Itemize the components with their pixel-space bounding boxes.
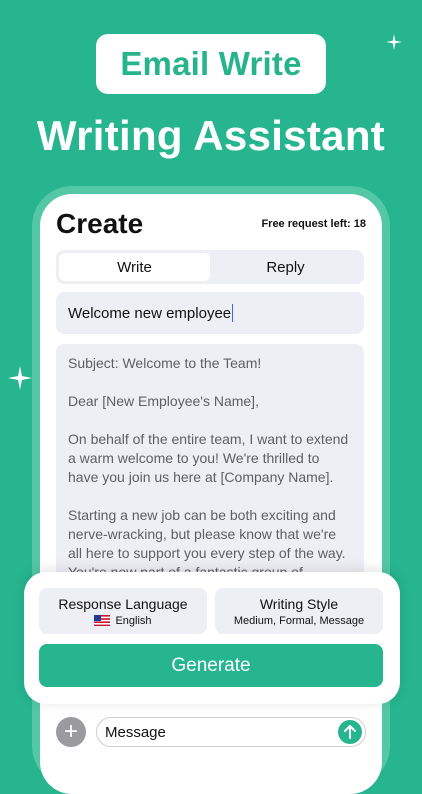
- message-input[interactable]: Message: [96, 717, 366, 747]
- brand-name: Email Write: [120, 45, 302, 82]
- email-paragraph: On behalf of the entire team, I want to …: [68, 431, 349, 485]
- free-request-count: 18: [353, 218, 366, 230]
- generate-button[interactable]: Generate: [39, 644, 383, 687]
- email-paragraph: Subject: Welcome to the Team!: [68, 355, 262, 371]
- headline: Writing Assistant: [36, 112, 386, 159]
- message-composer: + Message: [56, 714, 366, 750]
- sparkle-icon: [8, 366, 32, 390]
- free-request-counter: Free request left: 18: [261, 218, 366, 230]
- language-name: English: [115, 614, 152, 627]
- mode-segmented-control: Write Reply: [56, 250, 364, 284]
- response-language-button[interactable]: Response Language English: [39, 588, 207, 634]
- writing-style-title: Writing Style: [259, 595, 339, 612]
- email-paragraph: Starting a new job can be both exciting …: [68, 507, 346, 580]
- sparkle-icon: [386, 34, 402, 50]
- prompt-input-value: Welcome new employee: [68, 304, 232, 322]
- us-flag-icon: [94, 615, 111, 626]
- prompt-input[interactable]: Welcome new employee: [56, 292, 364, 334]
- writing-style-button[interactable]: Writing Style Medium, Formal, Message: [215, 588, 383, 634]
- header-row: Create Free request left: 18: [56, 208, 366, 240]
- message-placeholder: Message: [105, 723, 166, 741]
- page-title: Create: [56, 208, 144, 239]
- free-request-label: Free request left:: [261, 218, 354, 230]
- plus-icon[interactable]: +: [56, 717, 86, 747]
- generated-email-text[interactable]: Subject: Welcome to the Team! Dear [New …: [56, 344, 364, 604]
- tab-write[interactable]: Write: [59, 253, 210, 281]
- arrow-up-icon[interactable]: [338, 720, 362, 744]
- options-panel: Response Language English Writing Style …: [24, 572, 400, 704]
- app-screen: Create Free request left: 18 Write Reply…: [40, 194, 382, 794]
- response-language-value: English: [94, 614, 152, 627]
- response-language-title: Response Language: [58, 595, 188, 612]
- writing-style-value: Medium, Formal, Message: [233, 614, 365, 627]
- email-paragraph: Dear [New Employee's Name],: [68, 393, 259, 409]
- tab-reply[interactable]: Reply: [210, 253, 361, 281]
- text-caret: [232, 304, 234, 322]
- brand-badge: Email Write: [96, 34, 326, 94]
